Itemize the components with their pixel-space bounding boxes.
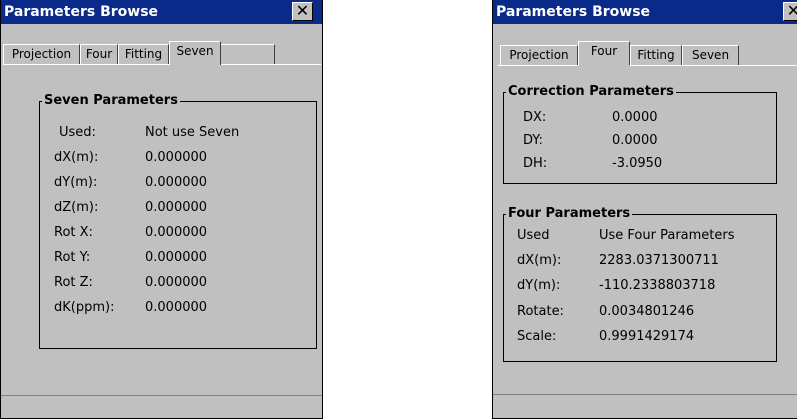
- label: Scale:: [517, 329, 557, 344]
- right-tab-seven[interactable]: Seven: [682, 45, 739, 65]
- left-tab-spacer: [221, 44, 275, 64]
- left-window-title: Parameters Browse: [4, 4, 159, 20]
- label: dY(m):: [54, 175, 98, 190]
- right-tab-projection-label: Projection: [509, 48, 569, 62]
- label: Rot X:: [54, 225, 93, 240]
- value: 0.000000: [145, 175, 208, 190]
- correction-parameters-title: Correction Parameters: [506, 84, 676, 99]
- label: dX(m):: [54, 150, 99, 165]
- left-tab-baseline: [3, 64, 169, 65]
- close-icon: ✕: [786, 1, 797, 20]
- left-status-bar: [1, 395, 322, 418]
- left-tab-seven-label: Seven: [176, 44, 214, 58]
- right-tab-baseline-right: [630, 65, 797, 66]
- label: DY:: [523, 133, 543, 148]
- right-status-bar: [493, 394, 797, 418]
- label: Used:: [59, 125, 96, 140]
- right-tab-fitting-label: Fitting: [637, 48, 675, 62]
- value: Use Four Parameters: [599, 228, 735, 243]
- right-tab-seven-label: Seven: [691, 48, 730, 62]
- left-tab-four-label: Four: [85, 47, 113, 61]
- value: 0.000000: [145, 250, 208, 265]
- left-close-button[interactable]: ✕: [292, 2, 313, 21]
- right-tab-fitting[interactable]: Fitting: [630, 45, 682, 65]
- value: -3.0950: [612, 156, 663, 171]
- value: 2283.0371300711: [599, 253, 719, 268]
- right-tab-four-label: Four: [590, 44, 618, 58]
- left-tab-fitting-label: Fitting: [124, 47, 163, 61]
- label: Rot Y:: [54, 250, 91, 265]
- label: Used: [517, 228, 550, 243]
- label: Rotate:: [517, 304, 564, 319]
- left-tab-projection-label: Projection: [11, 47, 72, 61]
- label: dZ(m):: [54, 200, 99, 215]
- value: 0.0034801246: [599, 304, 695, 319]
- label: DH:: [523, 156, 548, 171]
- left-tab-seven[interactable]: Seven: [169, 41, 221, 65]
- label: DX:: [523, 110, 547, 125]
- left-tab-fitting[interactable]: Fitting: [118, 44, 169, 64]
- left-tab-projection[interactable]: Projection: [3, 44, 80, 64]
- left-tab-baseline-right: [221, 64, 321, 65]
- right-parameters-window: Parameters Browse ✕ Projection Four Fitt…: [492, 0, 797, 419]
- value: 0.0000: [612, 110, 658, 125]
- left-title-bar: Parameters Browse: [1, 0, 322, 24]
- four-parameters-title: Four Parameters: [506, 206, 633, 221]
- value: 0.0000: [612, 133, 658, 148]
- label: dY(m):: [517, 278, 561, 293]
- label: dK(ppm):: [54, 300, 115, 315]
- left-parameters-window: Parameters Browse ✕ Projection Four Fitt…: [0, 0, 323, 419]
- close-icon: ✕: [295, 1, 310, 20]
- right-tab-four[interactable]: Four: [578, 41, 630, 65]
- value: Not use Seven: [145, 125, 240, 140]
- seven-parameters-title: Seven Parameters: [42, 93, 180, 108]
- value: 0.000000: [145, 225, 208, 240]
- value: 0.000000: [145, 300, 208, 315]
- value: 0.9991429174: [599, 329, 695, 344]
- value: 0.000000: [145, 200, 208, 215]
- value: -110.2338803718: [599, 278, 716, 293]
- right-title-bar: Parameters Browse: [493, 0, 797, 24]
- label: Rot Z:: [54, 275, 93, 290]
- right-close-button[interactable]: ✕: [783, 2, 797, 21]
- label: dX(m):: [517, 253, 562, 268]
- right-tab-baseline: [498, 65, 578, 66]
- value: 0.000000: [145, 275, 208, 290]
- value: 0.000000: [145, 150, 208, 165]
- left-tab-four[interactable]: Four: [80, 44, 118, 64]
- right-window-title: Parameters Browse: [496, 4, 651, 20]
- right-tab-projection[interactable]: Projection: [500, 45, 578, 65]
